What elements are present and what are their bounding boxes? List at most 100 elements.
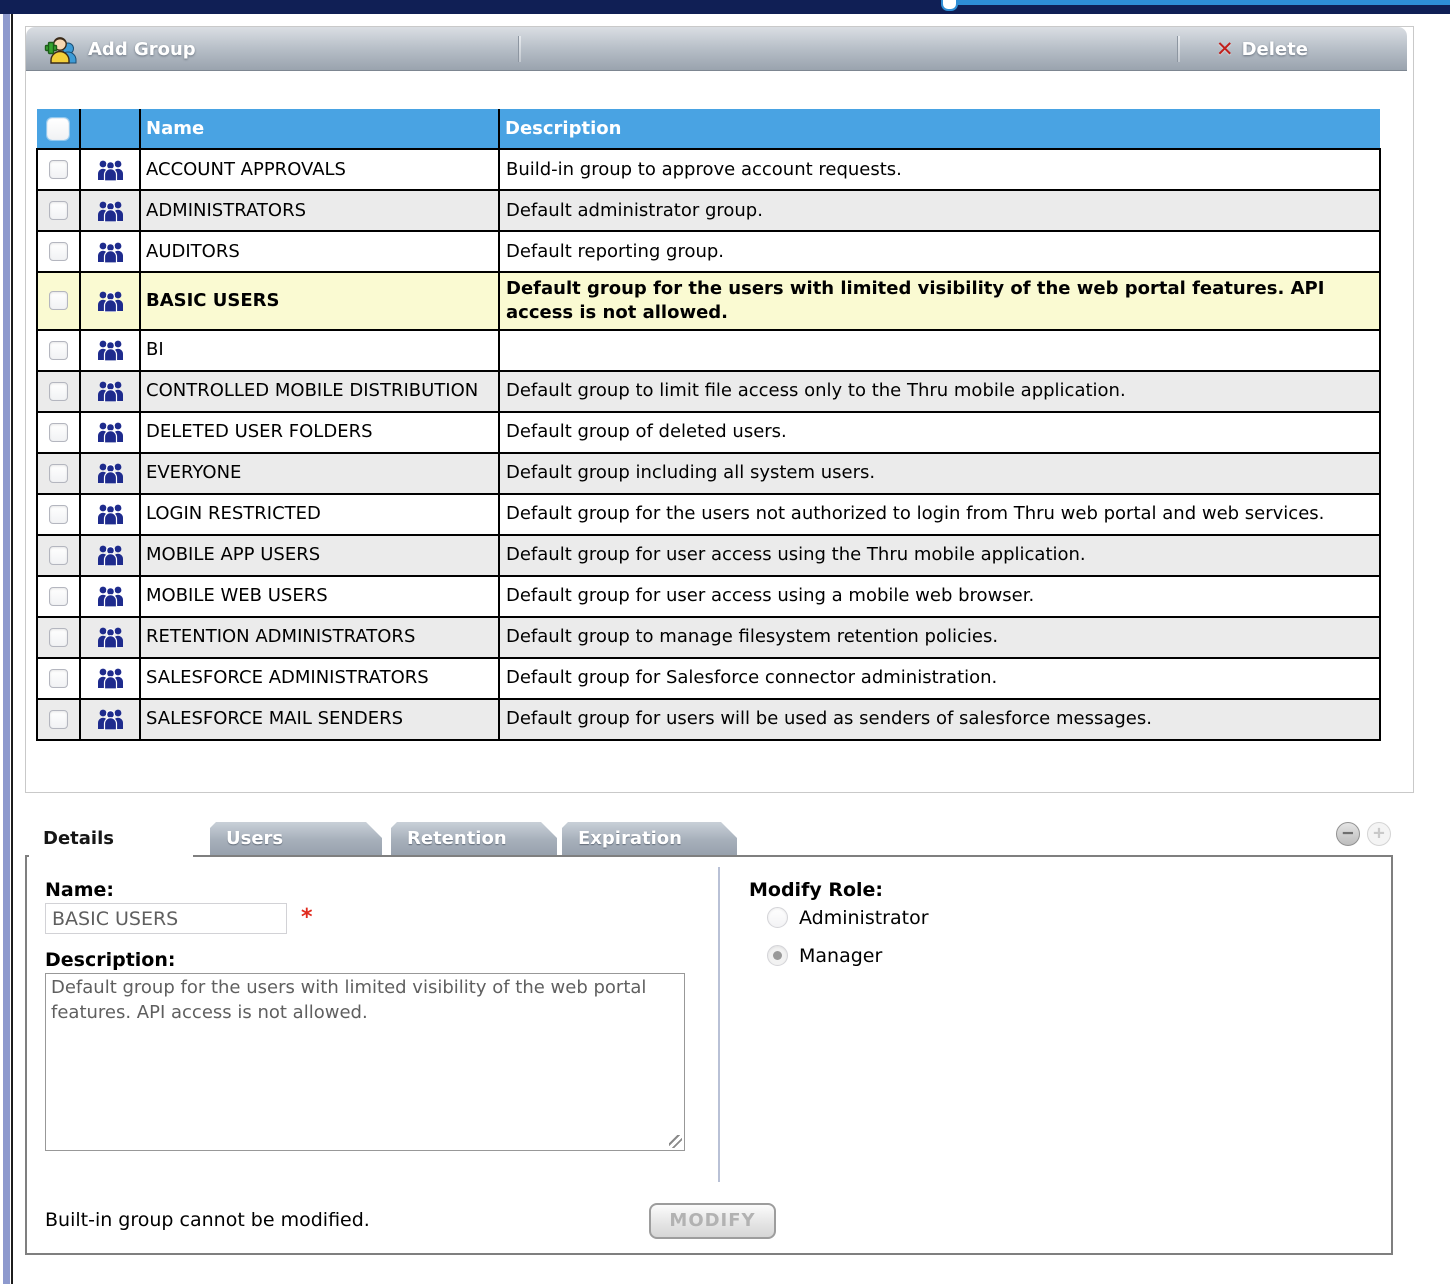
row-checkbox-cell [37, 658, 80, 699]
tab-details[interactable]: Details [27, 822, 195, 855]
role-label: Manager [799, 945, 882, 967]
left-edge-line [11, 14, 13, 1284]
radio-administrator[interactable] [767, 907, 788, 928]
row-checkbox[interactable] [49, 291, 68, 310]
group-icon [81, 200, 139, 222]
group-icon [81, 708, 139, 730]
modify-button[interactable]: MODIFY [649, 1203, 776, 1239]
description-label: Description: [45, 949, 176, 971]
toolbar-separator [1178, 36, 1180, 62]
builtin-note: Built-in group cannot be modified. [45, 1209, 370, 1231]
table-row[interactable]: AUDITORSDefault reporting group. [37, 231, 1380, 272]
group-name-cell: ACCOUNT APPROVALS [140, 149, 499, 190]
table-row[interactable]: SALESFORCE ADMINISTRATORSDefault group f… [37, 658, 1380, 699]
row-checkbox[interactable] [49, 242, 68, 261]
row-checkbox-cell [37, 535, 80, 576]
tab-expiration[interactable]: Expiration [562, 822, 737, 855]
group-icon-cell [80, 272, 140, 330]
top-accent-strip [952, 0, 1450, 5]
row-checkbox[interactable] [49, 160, 68, 179]
table-row[interactable]: MOBILE WEB USERSDefault group for user a… [37, 576, 1380, 617]
row-checkbox-cell [37, 149, 80, 190]
row-checkbox[interactable] [49, 423, 68, 442]
group-icon-cell [80, 576, 140, 617]
table-row[interactable]: ADMINISTRATORSDefault administrator grou… [37, 190, 1380, 231]
tab-users[interactable]: Users [210, 822, 382, 855]
table-row[interactable]: BASIC USERSDefault group for the users w… [37, 272, 1380, 330]
row-checkbox[interactable] [49, 628, 68, 647]
group-icon [81, 380, 139, 402]
group-name-cell: SALESFORCE ADMINISTRATORS [140, 658, 499, 699]
table-row[interactable]: MOBILE APP USERSDefault group for user a… [37, 535, 1380, 576]
group-description-cell: Default group for the users with limited… [499, 272, 1380, 330]
select-all-checkbox[interactable] [47, 118, 69, 140]
table-row[interactable]: SALESFORCE MAIL SENDERSDefault group for… [37, 699, 1380, 740]
row-checkbox[interactable] [49, 341, 68, 360]
group-icon-cell [80, 617, 140, 658]
group-icon-cell [80, 535, 140, 576]
row-checkbox[interactable] [49, 587, 68, 606]
table-row[interactable]: BI [37, 330, 1380, 371]
row-checkbox-cell [37, 412, 80, 453]
role-label: Administrator [799, 907, 929, 929]
group-description-cell [499, 330, 1380, 371]
resize-grip-icon[interactable] [669, 1135, 682, 1148]
row-checkbox[interactable] [49, 201, 68, 220]
group-icon [81, 544, 139, 566]
table-row[interactable]: LOGIN RESTRICTEDDefault group for the us… [37, 494, 1380, 535]
row-checkbox[interactable] [49, 710, 68, 729]
groups-table: Name Description ACCOUNT APPROVALSBuild-… [36, 109, 1381, 741]
row-checkbox[interactable] [49, 546, 68, 565]
row-checkbox-cell [37, 699, 80, 740]
delete-label: Delete [1242, 39, 1308, 60]
expand-panel-button[interactable]: + [1367, 822, 1391, 846]
group-name-cell: ADMINISTRATORS [140, 190, 499, 231]
group-icon-cell [80, 658, 140, 699]
top-accent-notch [941, 0, 958, 11]
group-icon-cell [80, 149, 140, 190]
row-checkbox[interactable] [49, 669, 68, 688]
group-description-cell: Default group for user access using the … [499, 535, 1380, 576]
group-name-cell: CONTROLLED MOBILE DISTRIBUTION [140, 371, 499, 412]
role-option-row: Manager [767, 943, 929, 968]
delete-x-icon: ✕ [1216, 37, 1234, 61]
group-description-cell: Default group for users will be used as … [499, 699, 1380, 740]
table-row[interactable]: ACCOUNT APPROVALSBuild-in group to appro… [37, 149, 1380, 190]
icon-column-header [80, 109, 140, 149]
group-description-cell: Default group of deleted users. [499, 412, 1380, 453]
table-row[interactable]: DELETED USER FOLDERSDefault group of del… [37, 412, 1380, 453]
table-row[interactable]: CONTROLLED MOBILE DISTRIBUTIONDefault gr… [37, 371, 1380, 412]
group-icon [81, 462, 139, 484]
toolbar-separator [519, 36, 521, 62]
description-textarea[interactable]: Default group for the users with limited… [45, 973, 685, 1151]
select-all-cell [37, 109, 80, 149]
group-name-cell: EVERYONE [140, 453, 499, 494]
group-name-cell: DELETED USER FOLDERS [140, 412, 499, 453]
details-panel: Name: * Description: Default group for t… [25, 855, 1393, 1255]
group-name-cell: BASIC USERS [140, 272, 499, 330]
group-icon-cell [80, 371, 140, 412]
table-header-row: Name Description [37, 109, 1380, 149]
group-icon [81, 503, 139, 525]
group-name-cell: RETENTION ADMINISTRATORS [140, 617, 499, 658]
table-row[interactable]: EVERYONEDefault group including all syst… [37, 453, 1380, 494]
delete-button[interactable]: ✕ Delete [1216, 27, 1308, 71]
row-checkbox[interactable] [49, 505, 68, 524]
panel-divider [718, 867, 720, 1182]
group-description-cell: Default group for user access using a mo… [499, 576, 1380, 617]
group-icon-cell [80, 494, 140, 535]
group-name-cell: AUDITORS [140, 231, 499, 272]
group-name-cell: LOGIN RESTRICTED [140, 494, 499, 535]
name-input[interactable] [45, 903, 287, 934]
table-row[interactable]: RETENTION ADMINISTRATORSDefault group to… [37, 617, 1380, 658]
row-checkbox[interactable] [49, 382, 68, 401]
group-icon [81, 626, 139, 648]
add-group-button[interactable]: Add Group [44, 27, 196, 71]
row-checkbox[interactable] [49, 464, 68, 483]
tab-retention[interactable]: Retention [391, 822, 557, 855]
group-icon [81, 241, 139, 263]
groups-table-wrap: Name Description ACCOUNT APPROVALSBuild-… [36, 109, 1381, 741]
group-table-body: ACCOUNT APPROVALSBuild-in group to appro… [37, 149, 1380, 740]
collapse-panel-button[interactable]: − [1336, 822, 1360, 846]
radio-manager[interactable] [767, 945, 788, 966]
